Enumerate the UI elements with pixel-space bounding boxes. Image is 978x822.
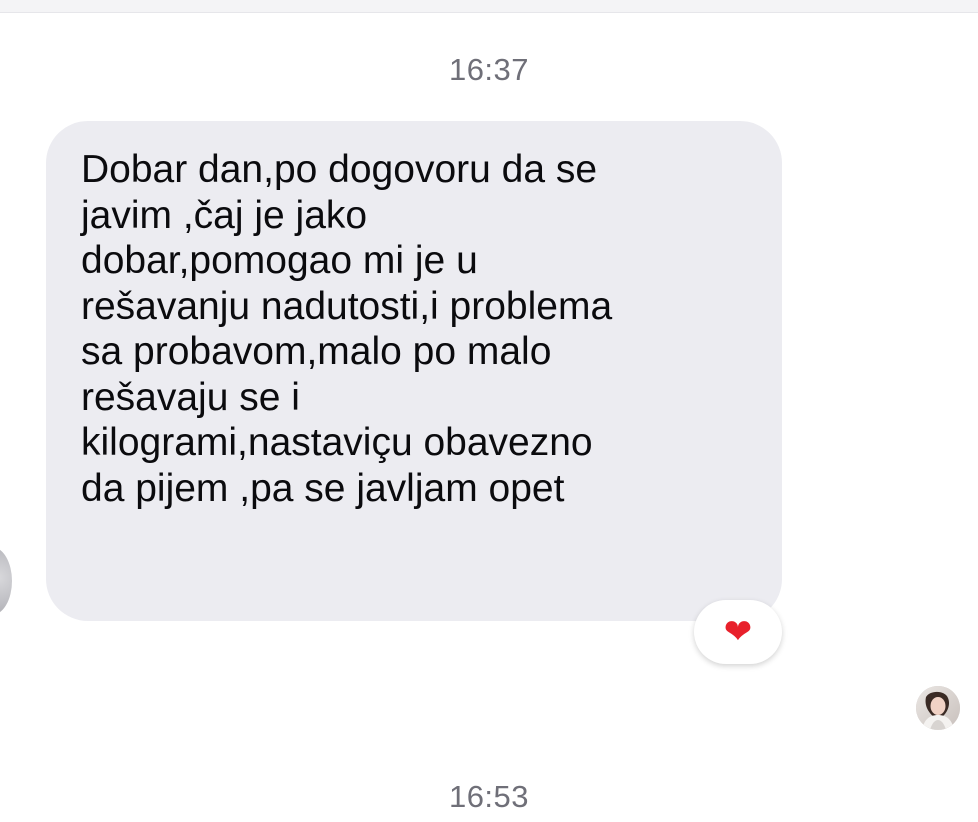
timestamp-2: 16:53 [448, 779, 530, 814]
top-bar [0, 0, 978, 13]
timestamp-1: 16:37 [448, 52, 530, 87]
heart-reaction-icon[interactable]: ❤ [694, 600, 782, 664]
message-bubble[interactable]: Dobar dan,po dogovoru da se javim ,čaj j… [46, 121, 782, 621]
message-text: Dobar dan,po dogovoru da se javim ,čaj j… [81, 148, 613, 510]
sender-avatar [0, 547, 12, 615]
seen-avatar-icon [916, 686, 960, 730]
